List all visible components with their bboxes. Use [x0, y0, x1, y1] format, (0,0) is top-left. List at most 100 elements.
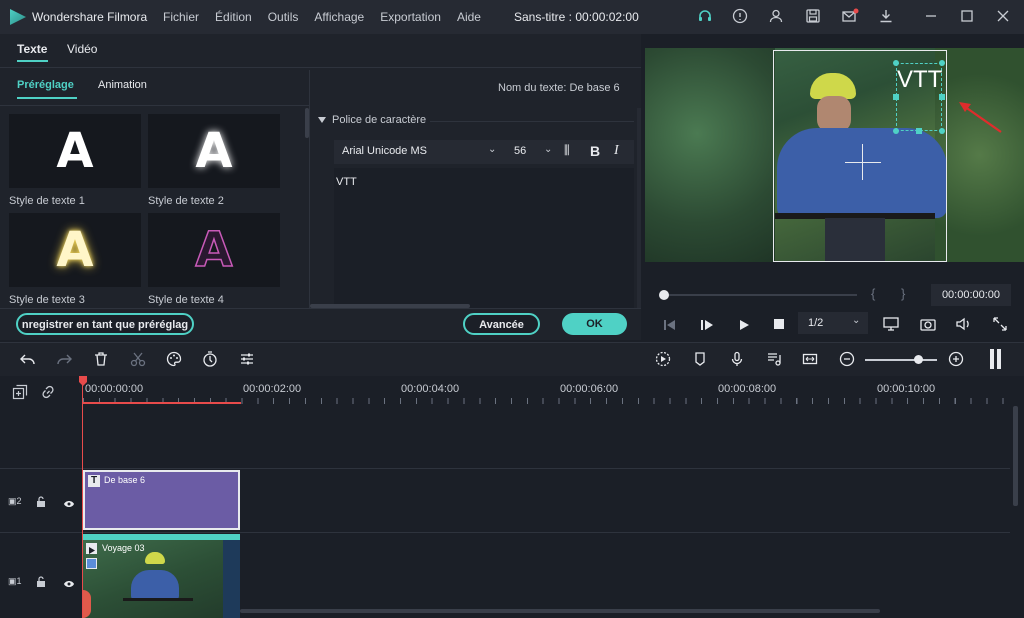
- scrub-bar[interactable]: [661, 294, 857, 296]
- video-preview[interactable]: VTT: [645, 48, 1024, 262]
- link-icon[interactable]: [40, 384, 56, 405]
- eye-icon[interactable]: [63, 496, 75, 514]
- snapshot-icon[interactable]: [920, 317, 936, 336]
- bold-icon[interactable]: B: [590, 143, 600, 159]
- play-step-icon[interactable]: [700, 318, 714, 336]
- resize-handle[interactable]: [939, 128, 945, 134]
- volume-icon[interactable]: [956, 317, 972, 336]
- microphone-icon[interactable]: [729, 351, 745, 372]
- playback-controls: { } 00:00:00:00 1/2 ⌄: [643, 280, 1024, 340]
- menu-fichier[interactable]: Fichier: [163, 10, 199, 24]
- menu-outils[interactable]: Outils: [268, 10, 299, 24]
- font-size-select[interactable]: 56: [514, 145, 526, 157]
- track-separator: [0, 532, 1010, 533]
- delete-icon[interactable]: [93, 351, 109, 372]
- tracks-h-scrollbar[interactable]: [240, 609, 880, 613]
- text-spacing-icon[interactable]: ⫼: [564, 143, 570, 158]
- playhead-line[interactable]: [82, 376, 83, 618]
- fit-timeline-icon[interactable]: [802, 351, 818, 372]
- undo-icon[interactable]: [20, 351, 36, 372]
- tab-texte-underline: [17, 60, 48, 62]
- resize-handle[interactable]: [916, 128, 922, 134]
- download-icon[interactable]: [877, 8, 895, 26]
- fullscreen-icon[interactable]: [993, 317, 1007, 336]
- user-icon[interactable]: [767, 8, 785, 26]
- tab-animation[interactable]: Animation: [98, 79, 147, 91]
- audio-mixer-icon[interactable]: [766, 351, 782, 372]
- minimize-icon[interactable]: [922, 8, 940, 26]
- zoom-out-icon[interactable]: [839, 351, 855, 372]
- mark-out-icon[interactable]: }: [901, 286, 905, 301]
- text-style-1[interactable]: A Style de texte 1: [9, 114, 141, 207]
- resize-handle[interactable]: [893, 60, 899, 66]
- prev-frame-icon[interactable]: [663, 318, 677, 336]
- menu-affichage[interactable]: Affichage: [314, 10, 364, 24]
- menu-edition[interactable]: Édition: [215, 10, 252, 24]
- save-icon[interactable]: [804, 8, 822, 26]
- render-preview-icon[interactable]: [655, 351, 671, 372]
- headset-icon[interactable]: [696, 8, 714, 26]
- panel-divider: [309, 70, 310, 310]
- redo-icon[interactable]: [56, 351, 72, 372]
- resize-handle[interactable]: [893, 128, 899, 134]
- preview-overlay-text[interactable]: VTT: [897, 66, 942, 94]
- menu-exportation[interactable]: Exportation: [380, 10, 441, 24]
- adjust-icon[interactable]: [239, 351, 255, 372]
- mail-icon[interactable]: [841, 8, 859, 26]
- italic-icon[interactable]: I: [614, 143, 619, 159]
- lock-icon[interactable]: [36, 575, 46, 593]
- section-rule: [430, 121, 634, 122]
- tab-texte[interactable]: Texte: [17, 42, 47, 56]
- zoom-slider[interactable]: [865, 359, 937, 361]
- advanced-button[interactable]: Avancée: [463, 313, 540, 335]
- timeline-ruler[interactable]: 00:00:00:00 00:00:02:00 00:00:04:00 00:0…: [0, 376, 1024, 406]
- cut-icon[interactable]: [130, 351, 146, 372]
- resize-handle[interactable]: [893, 94, 899, 100]
- text-style-2[interactable]: A Style de texte 2: [148, 114, 280, 207]
- video-clip[interactable]: Voyage 03: [83, 540, 240, 618]
- collapse-arrow-icon[interactable]: [318, 117, 326, 123]
- chevron-down-icon[interactable]: ⌄: [488, 144, 496, 155]
- track-number: 2: [16, 496, 22, 506]
- font-family-select[interactable]: Arial Unicode MS: [342, 145, 427, 157]
- editor-footer: nregistrer en tant que préréglag Avancée…: [0, 308, 641, 340]
- add-track-icon[interactable]: [12, 384, 28, 405]
- effect-badge-icon: [86, 558, 97, 569]
- ok-button[interactable]: OK: [562, 313, 627, 335]
- chevron-down-icon: ⌄: [852, 315, 861, 326]
- text-style-3[interactable]: A Style de texte 3: [9, 213, 141, 306]
- pause-bar-icon[interactable]: [997, 349, 1001, 369]
- screen-display-icon[interactable]: [883, 317, 899, 336]
- resize-handle[interactable]: [939, 94, 945, 100]
- mark-in-icon[interactable]: {: [871, 286, 875, 301]
- tab-preset[interactable]: Préréglage: [17, 79, 74, 91]
- style-label: Style de texte 4: [148, 294, 224, 306]
- editor-scrollbar-track: [637, 108, 641, 308]
- marker-icon[interactable]: [692, 351, 708, 372]
- menu-aide[interactable]: Aide: [457, 10, 481, 24]
- close-icon[interactable]: [994, 8, 1012, 26]
- text-clip[interactable]: T De base 6: [83, 470, 240, 530]
- playback-ratio-select[interactable]: 1/2 ⌄: [798, 312, 868, 334]
- play-icon[interactable]: [738, 318, 750, 336]
- pause-bar-icon[interactable]: [990, 349, 994, 369]
- info-icon[interactable]: [731, 8, 749, 26]
- save-preset-button[interactable]: nregistrer en tant que préréglag: [16, 313, 194, 335]
- lock-icon[interactable]: [36, 495, 46, 513]
- scrub-handle[interactable]: [659, 290, 669, 300]
- maximize-icon[interactable]: [958, 8, 976, 26]
- text-style-4[interactable]: A Style de texte 4: [148, 213, 280, 306]
- text-content-input[interactable]: VTT: [334, 168, 634, 308]
- style-thumbnail: A: [148, 213, 280, 287]
- tracks-v-scrollbar[interactable]: [1013, 406, 1018, 506]
- zoom-in-icon[interactable]: [948, 351, 964, 372]
- resize-handle[interactable]: [939, 60, 945, 66]
- timer-icon[interactable]: [202, 351, 218, 372]
- color-palette-icon[interactable]: [166, 351, 182, 372]
- zoom-slider-handle[interactable]: [914, 355, 923, 364]
- chevron-down-icon[interactable]: ⌄: [544, 144, 552, 155]
- stop-icon[interactable]: [774, 319, 784, 329]
- audio-handle[interactable]: [83, 590, 91, 618]
- eye-icon[interactable]: [63, 576, 75, 594]
- tab-video[interactable]: Vidéo: [67, 42, 97, 56]
